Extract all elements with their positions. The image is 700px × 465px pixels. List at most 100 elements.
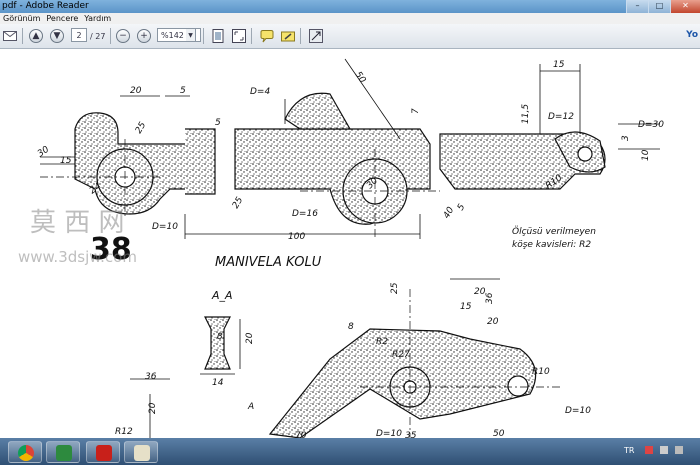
- dim-label: 36: [485, 292, 495, 304]
- paint-icon: [134, 445, 150, 461]
- taskbar-paint[interactable]: [124, 441, 158, 463]
- technical-drawing: 20 5 5 D=4 50 7 15 11,5 D=12 D=30 3 10 3…: [18, 58, 664, 438]
- taskbar-adobe-reader[interactable]: [86, 441, 120, 463]
- dim-label: D=4: [250, 87, 270, 97]
- dim-label: 11,5: [521, 104, 531, 124]
- adobe-icon: [96, 445, 112, 461]
- menu-gorunum[interactable]: Görünüm: [0, 13, 43, 24]
- fit-width-button[interactable]: [231, 28, 247, 44]
- volume-icon[interactable]: [675, 446, 683, 454]
- flag-icon[interactable]: [645, 446, 653, 454]
- network-icon[interactable]: [660, 446, 668, 454]
- section-label: A_A: [211, 289, 233, 302]
- zoom-dropdown-button[interactable]: ▼: [186, 28, 196, 42]
- toolbar-separator: [22, 28, 23, 44]
- dim-label: R27: [392, 350, 410, 360]
- arrow-up-icon: ▲: [29, 29, 43, 43]
- document-view[interactable]: 20 5 5 D=4 50 7 15 11,5 D=12 D=30 3 10 3…: [0, 49, 700, 438]
- next-page-button[interactable]: ▼: [50, 28, 64, 44]
- dim-label: D=10: [565, 406, 591, 416]
- dim-label: A: [247, 402, 254, 412]
- dim-label: 5: [215, 118, 221, 128]
- toolbar-separator: [110, 28, 111, 44]
- plus-icon: +: [137, 29, 151, 43]
- maximize-button[interactable]: □: [648, 0, 670, 13]
- dim-label: 5: [180, 86, 186, 96]
- highlighter-icon: [281, 31, 295, 41]
- watermark-url: www.3dsjw.com: [18, 248, 137, 266]
- dim-label: 35: [405, 431, 417, 438]
- page-number-input[interactable]: 2: [71, 28, 87, 42]
- dim-label: D=30: [638, 120, 664, 130]
- dim-label: R12: [115, 427, 133, 437]
- dim-label: 15: [60, 156, 72, 166]
- dim-label: 20: [245, 332, 255, 344]
- email-button[interactable]: [2, 28, 18, 44]
- dim-label: D=16: [292, 209, 318, 219]
- dim-label: 15: [460, 302, 472, 312]
- dim-label: 20: [130, 86, 142, 96]
- fit-page-icon: [212, 29, 224, 43]
- drawing-title: MANIVELA KOLU: [215, 255, 322, 270]
- dim-label: 25: [231, 195, 246, 210]
- dim-label: D=12: [548, 112, 574, 122]
- dim-label: 5: [456, 202, 468, 212]
- close-button[interactable]: ✕: [670, 0, 700, 13]
- zoom-in-button[interactable]: +: [137, 28, 151, 44]
- dim-label: 20: [148, 402, 158, 414]
- menu-yardim[interactable]: Yardım: [81, 13, 114, 24]
- chevron-down-icon: ▼: [188, 31, 193, 39]
- toolbar-separator: [203, 28, 204, 44]
- dim-label: D=10: [376, 429, 402, 438]
- note-line-1: Ölçüsü verilmeyen: [512, 226, 596, 237]
- dim-label: 20: [487, 317, 499, 327]
- dim-label: R2: [376, 337, 388, 347]
- language-indicator[interactable]: TR: [624, 446, 634, 455]
- mail-icon: [3, 31, 17, 41]
- menu-pencere[interactable]: Pencere: [43, 13, 81, 24]
- dim-label: 70: [295, 431, 307, 438]
- dim-label: 36: [145, 372, 157, 382]
- toolbar-right-label: Yo: [686, 30, 698, 40]
- window-title: pdf - Adobe Reader: [2, 1, 89, 11]
- dim-label: 10: [641, 149, 651, 161]
- expand-button[interactable]: [308, 28, 324, 44]
- crank-part-view-3: [439, 131, 606, 190]
- crank-part-view-4: [130, 278, 560, 438]
- minimize-button[interactable]: –: [626, 0, 648, 13]
- dim-label: 8: [348, 322, 354, 332]
- arrow-down-icon: ▼: [50, 29, 64, 43]
- fit-page-button[interactable]: [210, 28, 226, 44]
- previous-page-button[interactable]: ▲: [29, 28, 43, 44]
- note-line-2: köşe kavisleri: R2: [512, 240, 591, 250]
- crank-part-view-2: [234, 92, 440, 239]
- comment-button[interactable]: [259, 28, 275, 44]
- dim-label: 100: [288, 232, 305, 242]
- dim-label: 20: [474, 287, 486, 297]
- speech-bubble-icon: [260, 29, 274, 42]
- dim-label: 7: [411, 108, 421, 114]
- minus-icon: −: [116, 29, 130, 43]
- watermark: 莫 西 网 www.3dsjw.com: [18, 208, 137, 266]
- highlight-button[interactable]: [280, 28, 296, 44]
- dim-label: 15: [553, 60, 565, 70]
- menu-bar: Görünüm Pencere Yardım: [0, 13, 700, 24]
- dim-label: 50: [493, 429, 505, 438]
- zoom-out-button[interactable]: −: [116, 28, 130, 44]
- dim-label: D=10: [152, 222, 178, 232]
- toolbar: ▲ ▼ 2 / 27 − + %142 ▼ Yo: [0, 24, 700, 49]
- dim-label: 25: [390, 282, 400, 294]
- diagonal-arrows-icon: [309, 29, 323, 43]
- dim-label: 3: [621, 135, 631, 141]
- taskbar-chrome[interactable]: [8, 441, 42, 463]
- toolbar-separator: [251, 28, 252, 44]
- toolbar-separator: [300, 28, 301, 44]
- taskbar-app[interactable]: [46, 441, 80, 463]
- title-bar: pdf - Adobe Reader – □ ✕: [0, 0, 700, 13]
- dim-label: 14: [212, 378, 224, 388]
- expand-icon: [232, 29, 246, 43]
- chrome-icon: [18, 445, 34, 461]
- page-total: / 27: [90, 31, 106, 41]
- dim-label: 8: [217, 332, 223, 342]
- dim-label: 40: [442, 205, 457, 220]
